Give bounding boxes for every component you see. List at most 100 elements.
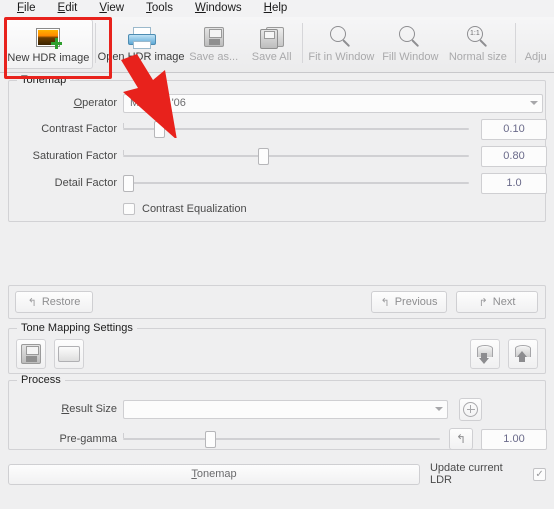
update-current-ldr-label: Update current LDR (429, 462, 503, 486)
menu-edit-rest: dit (65, 2, 78, 14)
saturation-factor-slider[interactable] (123, 146, 469, 166)
update-current-ldr-container[interactable]: Update current LDR ✓ (430, 462, 546, 486)
pre-gamma-label: Pre-gamma (59, 433, 117, 445)
forward-arrow-icon: ↱ (478, 296, 488, 309)
slider-handle[interactable] (154, 121, 166, 138)
import-settings-button[interactable] (470, 339, 500, 369)
saturation-factor-value[interactable]: 0.80 (481, 145, 547, 167)
open-hdr-image-button[interactable]: Open HDR image (98, 19, 184, 69)
result-size-combobox[interactable] (123, 399, 448, 419)
pre-gamma-slider[interactable] (123, 429, 440, 449)
menu-item-view[interactable]: View (88, 0, 135, 17)
reset-arrow-icon: ↰ (455, 432, 467, 446)
contrast-factor-value[interactable]: 0.10 (481, 118, 547, 140)
previous-button[interactable]: ↰ Previous (371, 291, 447, 313)
fit-in-window-icon (330, 23, 352, 50)
normal-size-button[interactable]: 1:1 Normal size (443, 19, 512, 69)
chevron-down-icon (435, 407, 443, 411)
slider-handle[interactable] (257, 148, 269, 165)
fill-window-icon (399, 23, 421, 50)
slider-tick (123, 150, 124, 155)
pre-gamma-value[interactable]: 1.00 (481, 428, 547, 450)
slider-track (123, 438, 440, 440)
export-settings-button[interactable] (508, 339, 538, 369)
slider-handle[interactable] (205, 431, 217, 448)
new-hdr-image-icon (36, 24, 63, 51)
undo-arrow-icon: ↰ (27, 296, 37, 309)
operator-value: Mantiuk '06 (130, 97, 186, 109)
toolbar-separator-2 (302, 23, 304, 63)
contrast-factor-label: Contrast Factor (41, 123, 117, 135)
database-export-icon (513, 344, 533, 364)
save-as-button[interactable]: Save as... (184, 19, 242, 69)
menu-file-mnemonic: F (17, 2, 25, 14)
checkmark-icon: ✓ (535, 468, 544, 480)
chevron-down-icon (530, 101, 538, 105)
menu-item-file[interactable]: File (6, 0, 47, 17)
detail-factor-label: Detail Factor (54, 177, 117, 189)
slider-track (123, 128, 469, 130)
back-arrow-icon: ↰ (380, 296, 390, 309)
contrast-factor-slider[interactable] (123, 119, 469, 139)
contrast-equalization-checkbox[interactable] (123, 203, 135, 215)
menu-windows-rest: indows (205, 2, 242, 14)
floppy-save-icon (21, 344, 41, 364)
detail-factor-slider[interactable] (123, 173, 469, 193)
adjust-levels-button[interactable]: Adju (517, 19, 554, 69)
zoom-plus-icon (463, 401, 478, 417)
tonemap-button[interactable]: Tonemap (8, 463, 420, 485)
operator-label: Operator (73, 97, 117, 109)
slider-track (123, 182, 469, 184)
open-hdr-image-icon (128, 23, 157, 50)
new-hdr-image-label: New HDR image (7, 52, 90, 64)
fit-in-window-label: Fit in Window (308, 51, 375, 63)
save-settings-button[interactable] (16, 339, 46, 369)
tonemap-button-label: Tonemap (191, 468, 237, 480)
operator-combobox[interactable]: Mantiuk '06 (123, 93, 543, 113)
new-hdr-image-button[interactable]: New HDR image (4, 19, 93, 69)
menu-item-windows[interactable]: Windows (184, 0, 253, 17)
save-all-button[interactable]: Save All (243, 19, 301, 69)
menu-help-mnemonic: H (263, 2, 272, 14)
menu-item-help[interactable]: Help (253, 0, 299, 17)
process-legend: Process (17, 374, 65, 386)
bottom-bar: Tonemap Update current LDR ✓ (8, 462, 546, 486)
main-toolbar: New HDR image Open HDR image Save as... … (0, 17, 554, 73)
tone-mapping-settings-legend: Tone Mapping Settings (17, 322, 137, 334)
menu-item-edit[interactable]: Edit (47, 0, 89, 17)
menu-windows-mnemonic: W (194, 2, 206, 14)
slider-tick (123, 123, 124, 128)
adjust-levels-label: Adju (524, 51, 547, 63)
navigation-group: ↰ Restore ↰ Previous ↱ Next (8, 285, 546, 319)
tone-mapping-settings-group: Tone Mapping Settings (8, 322, 546, 374)
slider-handle[interactable] (123, 175, 134, 192)
slider-track (123, 155, 469, 157)
next-label: Next (492, 296, 516, 308)
fill-window-button[interactable]: Fill Window (377, 19, 443, 69)
update-current-ldr-checkbox[interactable]: ✓ (533, 467, 546, 481)
fit-in-window-button[interactable]: Fit in Window (305, 19, 377, 69)
normal-size-label: Normal size (448, 51, 507, 63)
toolbar-separator (94, 23, 96, 63)
restore-button[interactable]: ↰ Restore (15, 291, 93, 313)
open-folder-icon (58, 346, 80, 362)
menu-file-rest: ile (24, 2, 36, 14)
custom-size-button[interactable] (459, 397, 482, 421)
operator-mnemonic: O (73, 97, 83, 109)
slider-tick (123, 433, 124, 438)
save-as-icon (203, 23, 224, 50)
database-import-icon (475, 344, 495, 364)
detail-factor-value[interactable]: 1.0 (481, 172, 547, 194)
fill-window-label: Fill Window (382, 51, 439, 63)
pre-gamma-reset-button[interactable]: ↰ (449, 428, 473, 450)
menu-view-mnemonic: V (99, 2, 107, 14)
normal-size-badge: 1:1 (469, 30, 480, 37)
load-settings-button[interactable] (54, 339, 84, 369)
menu-item-tools[interactable]: Tools (135, 0, 184, 17)
contrast-equalization-label: Contrast Equalization (142, 203, 247, 215)
normal-size-icon: 1:1 (466, 23, 489, 50)
restore-label: Restore (41, 296, 81, 308)
menu-help-rest: elp (271, 2, 288, 14)
result-size-label: Result Size (61, 403, 117, 415)
next-button[interactable]: ↱ Next (456, 291, 538, 313)
